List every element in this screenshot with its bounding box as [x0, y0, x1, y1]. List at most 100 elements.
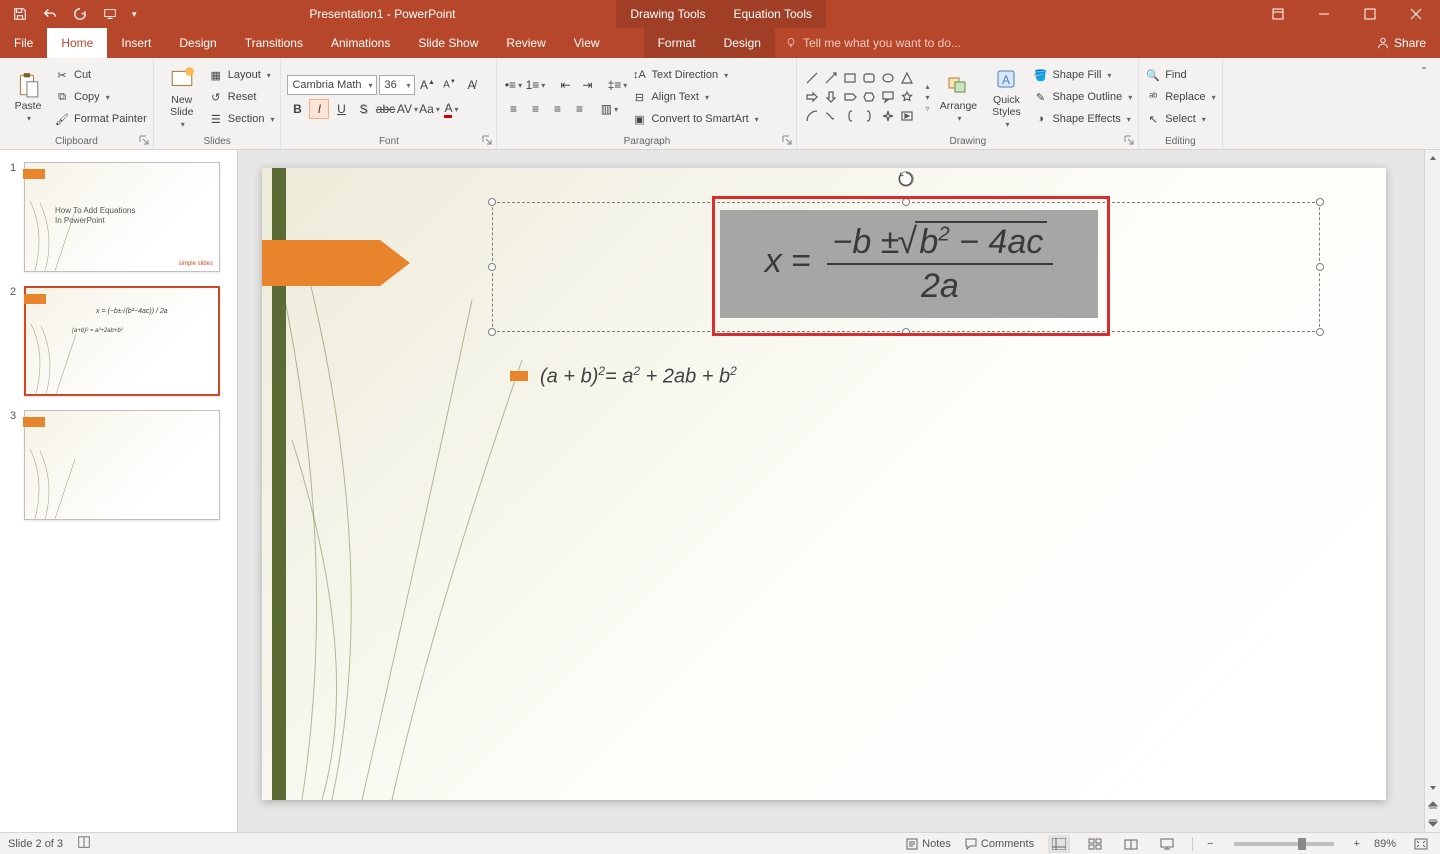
vertical-scrollbar[interactable] — [1424, 150, 1440, 832]
replace-button[interactable]: ᵃᵇReplace▾ — [1145, 87, 1215, 107]
text-direction-button[interactable]: ↕AText Direction▾ — [631, 65, 758, 85]
decrease-indent-button[interactable]: ⇤ — [555, 75, 575, 95]
align-right-button[interactable]: ≡ — [547, 99, 567, 119]
maximize-button[interactable] — [1348, 0, 1392, 28]
resize-handle-br[interactable] — [1316, 328, 1324, 336]
close-button[interactable] — [1394, 0, 1438, 28]
shape-effects-button[interactable]: ◑Shape Effects▾ — [1032, 109, 1132, 129]
tab-view[interactable]: View — [560, 28, 614, 58]
clipboard-launcher[interactable] — [139, 135, 151, 147]
resize-handle-tr[interactable] — [1316, 198, 1324, 206]
resize-handle-lm[interactable] — [488, 263, 496, 271]
scroll-down-button[interactable] — [1425, 780, 1440, 796]
shape-brace-right[interactable] — [860, 107, 878, 125]
tab-slideshow[interactable]: Slide Show — [404, 28, 492, 58]
increase-font-button[interactable]: A▲ — [417, 75, 437, 95]
increase-indent-button[interactable]: ⇥ — [577, 75, 597, 95]
rotate-handle[interactable] — [896, 169, 916, 189]
slide-thumbnails-panel[interactable]: 1 How To Add Equations In PowerPoint sim… — [0, 150, 238, 832]
prev-slide-button[interactable] — [1425, 796, 1440, 814]
equation-selection-bg[interactable]: x = −b ± b2 − 4ac 2a — [720, 210, 1098, 318]
zoom-level[interactable]: 89% — [1374, 838, 1396, 850]
decrease-font-button[interactable]: A▼ — [439, 75, 459, 95]
notes-button[interactable]: Notes — [906, 838, 951, 850]
shape-arc[interactable] — [803, 107, 821, 125]
save-button[interactable] — [8, 2, 32, 26]
ribbon-display-options-button[interactable] — [1256, 0, 1300, 28]
thumbnail-2[interactable]: 2 x = (−b±√(b²−4ac)) / 2a (a+b)² = a²+2a… — [10, 286, 227, 396]
strikethrough-button[interactable]: abc — [375, 99, 395, 119]
shape-triangle[interactable] — [898, 69, 916, 87]
numbering-button[interactable]: 1≡▾ — [525, 75, 545, 95]
resize-handle-tl[interactable] — [488, 198, 496, 206]
arrange-button[interactable]: Arrange ▾ — [936, 64, 980, 130]
slide-canvas[interactable]: x = −b ± b2 − 4ac 2a (a + b)2= a2 + 2ab … — [262, 168, 1386, 800]
format-painter-button[interactable]: 🖌Format Painter — [54, 109, 147, 129]
section-button[interactable]: ☰Section▾ — [208, 109, 275, 129]
shadow-button[interactable]: S — [353, 99, 373, 119]
slideshow-view-button[interactable] — [1156, 835, 1178, 853]
qat-customize-button[interactable]: ▾ — [128, 9, 141, 20]
align-center-button[interactable]: ≡ — [525, 99, 545, 119]
zoom-in-button[interactable]: + — [1354, 838, 1360, 850]
undo-button[interactable] — [38, 2, 62, 26]
shape-star4[interactable] — [879, 107, 897, 125]
start-from-beginning-button[interactable] — [98, 2, 122, 26]
tab-design[interactable]: Design — [165, 28, 230, 58]
spell-check-button[interactable] — [77, 835, 91, 852]
tab-file[interactable]: File — [0, 28, 47, 58]
tab-insert[interactable]: Insert — [107, 28, 165, 58]
shape-right-arrow[interactable] — [803, 88, 821, 106]
tab-review[interactable]: Review — [492, 28, 559, 58]
shape-hexagon[interactable] — [860, 88, 878, 106]
zoom-thumb[interactable] — [1298, 838, 1306, 850]
quadratic-formula[interactable]: x = −b ± b2 − 4ac 2a — [765, 225, 1053, 303]
tab-format[interactable]: Format — [644, 28, 710, 58]
bullets-button[interactable]: •≡▾ — [503, 75, 523, 95]
align-text-button[interactable]: ⊟Align Text▾ — [631, 87, 758, 107]
tab-home[interactable]: Home — [47, 28, 107, 58]
find-button[interactable]: 🔍Find — [1145, 65, 1215, 85]
minimize-button[interactable] — [1302, 0, 1346, 28]
gallery-scroll-down[interactable]: ▾ — [925, 93, 929, 102]
paragraph-launcher[interactable] — [782, 135, 794, 147]
char-spacing-button[interactable]: AV▾ — [397, 99, 417, 119]
shapes-gallery[interactable] — [803, 69, 916, 125]
convert-smartart-button[interactable]: ▣Convert to SmartArt▾ — [631, 109, 758, 129]
shape-brace-left[interactable] — [841, 107, 859, 125]
zoom-out-button[interactable]: − — [1207, 838, 1213, 850]
gallery-more[interactable]: ▿ — [925, 104, 929, 113]
underline-button[interactable]: U — [331, 99, 351, 119]
shape-outline-button[interactable]: ✎Shape Outline▾ — [1032, 87, 1132, 107]
slide-editor[interactable]: x = −b ± b2 − 4ac 2a (a + b)2= a2 + 2ab … — [238, 150, 1440, 832]
resize-handle-rm[interactable] — [1316, 263, 1324, 271]
paste-button[interactable]: Paste ▾ — [6, 64, 50, 130]
thumbnail-3[interactable]: 3 — [10, 410, 227, 520]
fit-to-window-button[interactable] — [1410, 835, 1432, 853]
share-button[interactable]: Share — [1362, 28, 1440, 58]
normal-view-button[interactable] — [1048, 835, 1070, 853]
shape-line[interactable] — [803, 69, 821, 87]
font-color-button[interactable]: A▾ — [441, 99, 461, 119]
sorter-view-button[interactable] — [1084, 835, 1106, 853]
shape-oval[interactable] — [879, 69, 897, 87]
thumbnail-1[interactable]: 1 How To Add Equations In PowerPoint sim… — [10, 162, 227, 272]
shape-line-arrow[interactable] — [822, 69, 840, 87]
italic-button[interactable]: I — [309, 99, 329, 119]
comments-button[interactable]: Comments — [965, 838, 1034, 850]
shape-callout[interactable] — [879, 88, 897, 106]
reset-button[interactable]: ↺Reset — [208, 87, 275, 107]
columns-button[interactable]: ▥▾ — [599, 99, 619, 119]
tell-me-search[interactable]: Tell me what you want to do... — [775, 28, 1362, 58]
shape-action[interactable] — [898, 107, 916, 125]
zoom-slider[interactable] — [1234, 842, 1334, 846]
scroll-up-button[interactable] — [1425, 150, 1440, 166]
shape-fill-button[interactable]: 🪣Shape Fill▾ — [1032, 65, 1132, 85]
shape-rectangle[interactable] — [841, 69, 859, 87]
copy-button[interactable]: ⧉Copy▾ — [54, 87, 147, 107]
font-launcher[interactable] — [482, 135, 494, 147]
shape-pentagon[interactable] — [841, 88, 859, 106]
clear-formatting-button[interactable]: A̸ — [461, 75, 481, 95]
shape-connector[interactable] — [822, 107, 840, 125]
tab-animations[interactable]: Animations — [317, 28, 404, 58]
